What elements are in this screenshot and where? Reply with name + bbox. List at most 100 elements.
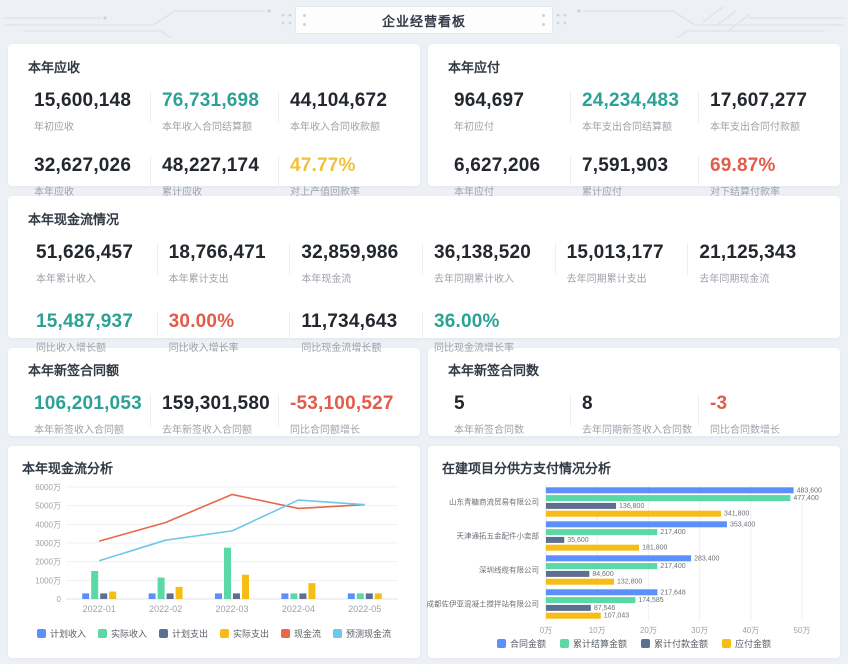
metric-value: 47.77% (290, 153, 400, 178)
bar-计划支出 (233, 593, 240, 599)
legend-item-累计付款金额[interactable]: 累计付款金额 (641, 638, 708, 649)
x-axis-tick-label: 2022-02 (149, 604, 182, 614)
metric-value: 15,013,177 (567, 240, 688, 265)
metric-value: 51,626,457 (36, 240, 157, 265)
header-left-circuit-decoration (0, 2, 295, 38)
x-axis-tick-label: 40万 (742, 626, 759, 635)
metric: 30.00%同比收入增长率 (169, 309, 290, 354)
legend-label: 应付金额 (735, 638, 771, 649)
metric-label: 本年累计支出 (169, 270, 290, 285)
metric-value: -53,100,527 (290, 391, 400, 416)
legend-swatch (281, 629, 290, 638)
metric-label: 同比现金流增长额 (301, 339, 422, 354)
metric-label: 本年支出合同付款额 (710, 118, 820, 133)
metric-value: 21,125,343 (699, 240, 820, 265)
legend-label: 累计付款金额 (654, 638, 708, 649)
metric: 47.77%对上产值回款率 (290, 153, 400, 198)
company-label: 深圳线缆有限公司 (479, 565, 539, 575)
bar-累计付款金额 (546, 605, 591, 611)
legend-item-应付金额[interactable]: 应付金额 (722, 638, 771, 649)
metric-value: 17,607,277 (710, 88, 820, 113)
metric-label: 去年新签收入合同额 (162, 421, 272, 436)
metric: 15,600,148年初应收 (34, 88, 144, 133)
legend-swatch (333, 629, 342, 638)
bar-累计付款金额 (546, 571, 589, 577)
bar-实际收入 (224, 548, 231, 599)
x-axis-tick-label: 20万 (640, 626, 657, 635)
metric-value: 76,731,698 (162, 88, 272, 113)
bar-计划支出 (167, 593, 174, 599)
bar-计划收入 (281, 593, 288, 599)
metric-label: 同比收入增长额 (36, 339, 157, 354)
legend-label: 现金流 (294, 628, 321, 639)
legend-item-现金流[interactable]: 现金流 (281, 628, 321, 639)
metric: 36,138,520去年同期累计收入 (434, 240, 555, 285)
metric-label: 本年收入合同结算额 (162, 118, 272, 133)
page-title: 企业经营看板 (382, 11, 466, 30)
metric-value: 15,487,937 (36, 309, 157, 334)
bar-实际支出 (375, 593, 382, 599)
x-axis-tick-label: 2022-01 (83, 604, 116, 614)
company-label: 天津通拓五金配件小卖部 (457, 531, 540, 541)
metric: 15,487,937 同比收入增长额 (36, 309, 157, 354)
bar-合同金额 (546, 555, 691, 561)
legend-label: 实际收入 (111, 628, 147, 639)
receivable-card: 本年应收 15,600,148年初应收76,731,698本年收入合同结算额44… (8, 44, 420, 186)
supplier-payment-card: 在建项目分供方支付情况分析 0万10万20万30万40万50万山东青糖商流贸易有… (428, 446, 840, 658)
page-header: 企业经营看板 (0, 0, 848, 36)
header-right-circuit-decoration (553, 2, 848, 38)
payable-card: 本年应付 964,697年初应付24,234,483本年支出合同结算额17,60… (428, 44, 840, 186)
x-axis-tick-label: 0万 (540, 626, 552, 635)
cashflow-analysis-chart: 01000万2000万3000万4000万5000万6000万2022-0120… (22, 481, 406, 653)
bar-value-label: 174,585 (638, 597, 663, 604)
bar-value-label: 283,400 (694, 555, 719, 562)
kpi-row-2: 本年现金流情况 51,626,457本年累计收入18,766,471本年累计支出… (8, 196, 840, 338)
bar-应付金额 (546, 579, 614, 585)
y-axis-tick-label: 3000万 (35, 539, 61, 548)
metric-label: 同比现金流增长率 (434, 339, 555, 354)
metric: 5本年新签合同数 (454, 391, 564, 436)
y-axis-tick-label: 0 (57, 595, 62, 604)
bar-实际收入 (290, 593, 297, 599)
legend-item-实际支出[interactable]: 实际支出 (220, 628, 269, 639)
legend-swatch (497, 639, 506, 648)
metric: -3同比合同数增长 (710, 391, 820, 436)
bar-实际支出 (176, 587, 183, 599)
legend-item-累计结算金额[interactable]: 累计结算金额 (560, 638, 627, 649)
legend-item-实际收入[interactable]: 实际收入 (98, 628, 147, 639)
bar-累计付款金额 (546, 537, 564, 543)
contract-count-card-title: 本年新签合同数 (448, 360, 820, 379)
legend-swatch (98, 629, 107, 638)
metric-value: 48,227,174 (162, 153, 272, 178)
receivable-metrics: 15,600,148年初应收76,731,698本年收入合同结算额44,104,… (28, 88, 400, 198)
legend-item-预测现金流[interactable]: 预测现金流 (333, 628, 391, 639)
metric-value: 7,591,903 (582, 153, 692, 178)
dashboard-page: 企业经营看板 本年应收 15,600,148年初应收 76,731,698 本年收入… (0, 0, 848, 664)
bar-value-label: 341,800 (724, 511, 749, 518)
metric: -53,100,527同比合同额增长 (290, 391, 400, 436)
metric-label: 去年同期累计收入 (434, 270, 555, 285)
bar-value-label: 483,600 (797, 487, 822, 494)
legend-swatch (641, 639, 650, 648)
metric-value: 8 (582, 391, 692, 416)
legend-label: 计划收入 (50, 628, 86, 639)
receivable-card-title: 本年应收 (28, 57, 400, 76)
legend-item-计划支出[interactable]: 计划支出 (159, 628, 208, 639)
metric-value: 11,734,643 (301, 309, 422, 334)
x-axis-tick-label: 10万 (589, 626, 606, 635)
bar-实际收入 (357, 593, 364, 599)
legend-item-合同金额[interactable]: 合同金额 (497, 638, 546, 649)
legend-label: 实际支出 (233, 628, 269, 639)
legend-item-计划收入[interactable]: 计划收入 (37, 628, 86, 639)
bar-value-label: 132,800 (617, 579, 642, 586)
title-left-dots-decoration (303, 14, 306, 26)
bar-value-label: 217,400 (660, 563, 685, 570)
metric-label: 去年同期新签收入合同数 (582, 421, 692, 436)
bar-累计结算金额 (546, 563, 657, 569)
bar-实际收入 (158, 578, 165, 599)
metric: 18,766,471本年累计支出 (169, 240, 290, 285)
bar-合同金额 (546, 487, 794, 493)
bar-实际支出 (242, 575, 249, 599)
metric-label: 对下结算付款率 (710, 183, 820, 198)
legend-label: 合同金额 (510, 638, 546, 649)
